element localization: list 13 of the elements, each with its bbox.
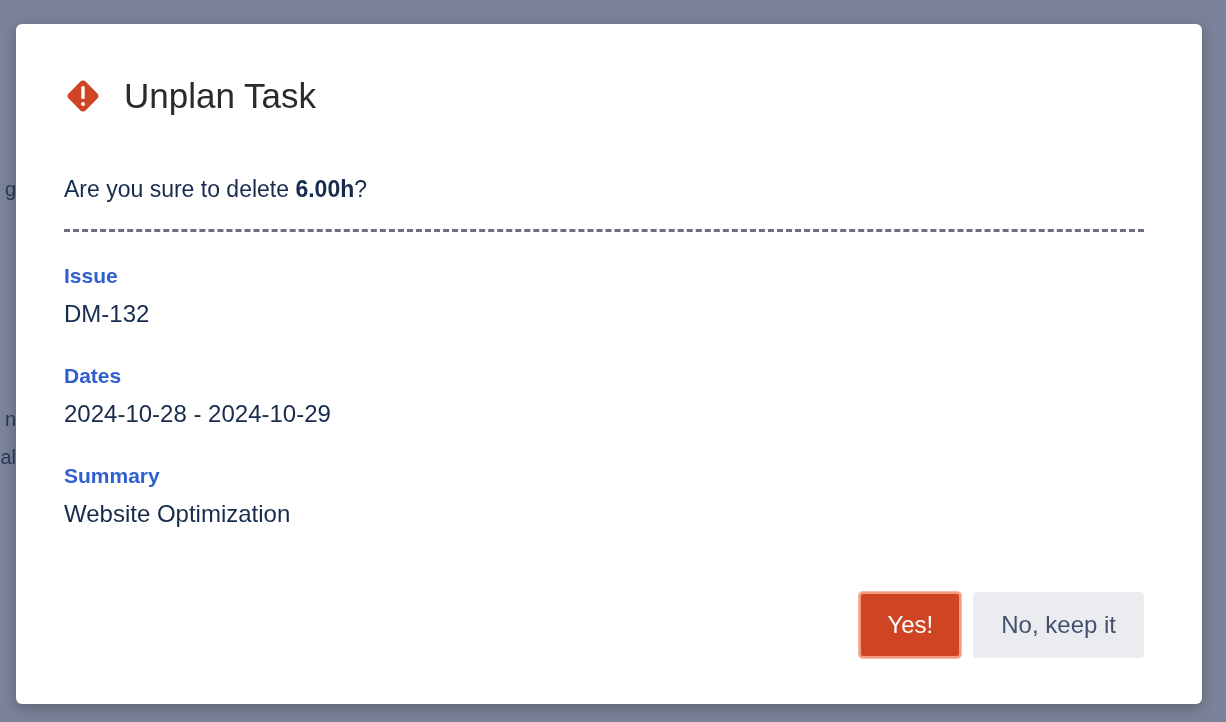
field-value: Website Optimization	[64, 500, 292, 528]
confirm-button[interactable]: Yes!	[859, 592, 962, 658]
dialog-title: Unplan Task	[124, 76, 316, 116]
field-label: Summary	[64, 464, 161, 488]
background-text: n	[4, 407, 16, 432]
background-text: al	[0, 445, 16, 470]
cancel-button[interactable]: No, keep it	[973, 592, 1144, 658]
field-value: 2024-10-28 - 2024-10-29	[64, 400, 332, 428]
field-label: Dates	[64, 364, 123, 388]
confirmation-message: Are you sure to delete 6.00h?	[64, 176, 1144, 232]
field-value: DM-132	[64, 300, 151, 328]
field-label: Issue	[64, 264, 119, 288]
background-text: g	[4, 177, 16, 202]
